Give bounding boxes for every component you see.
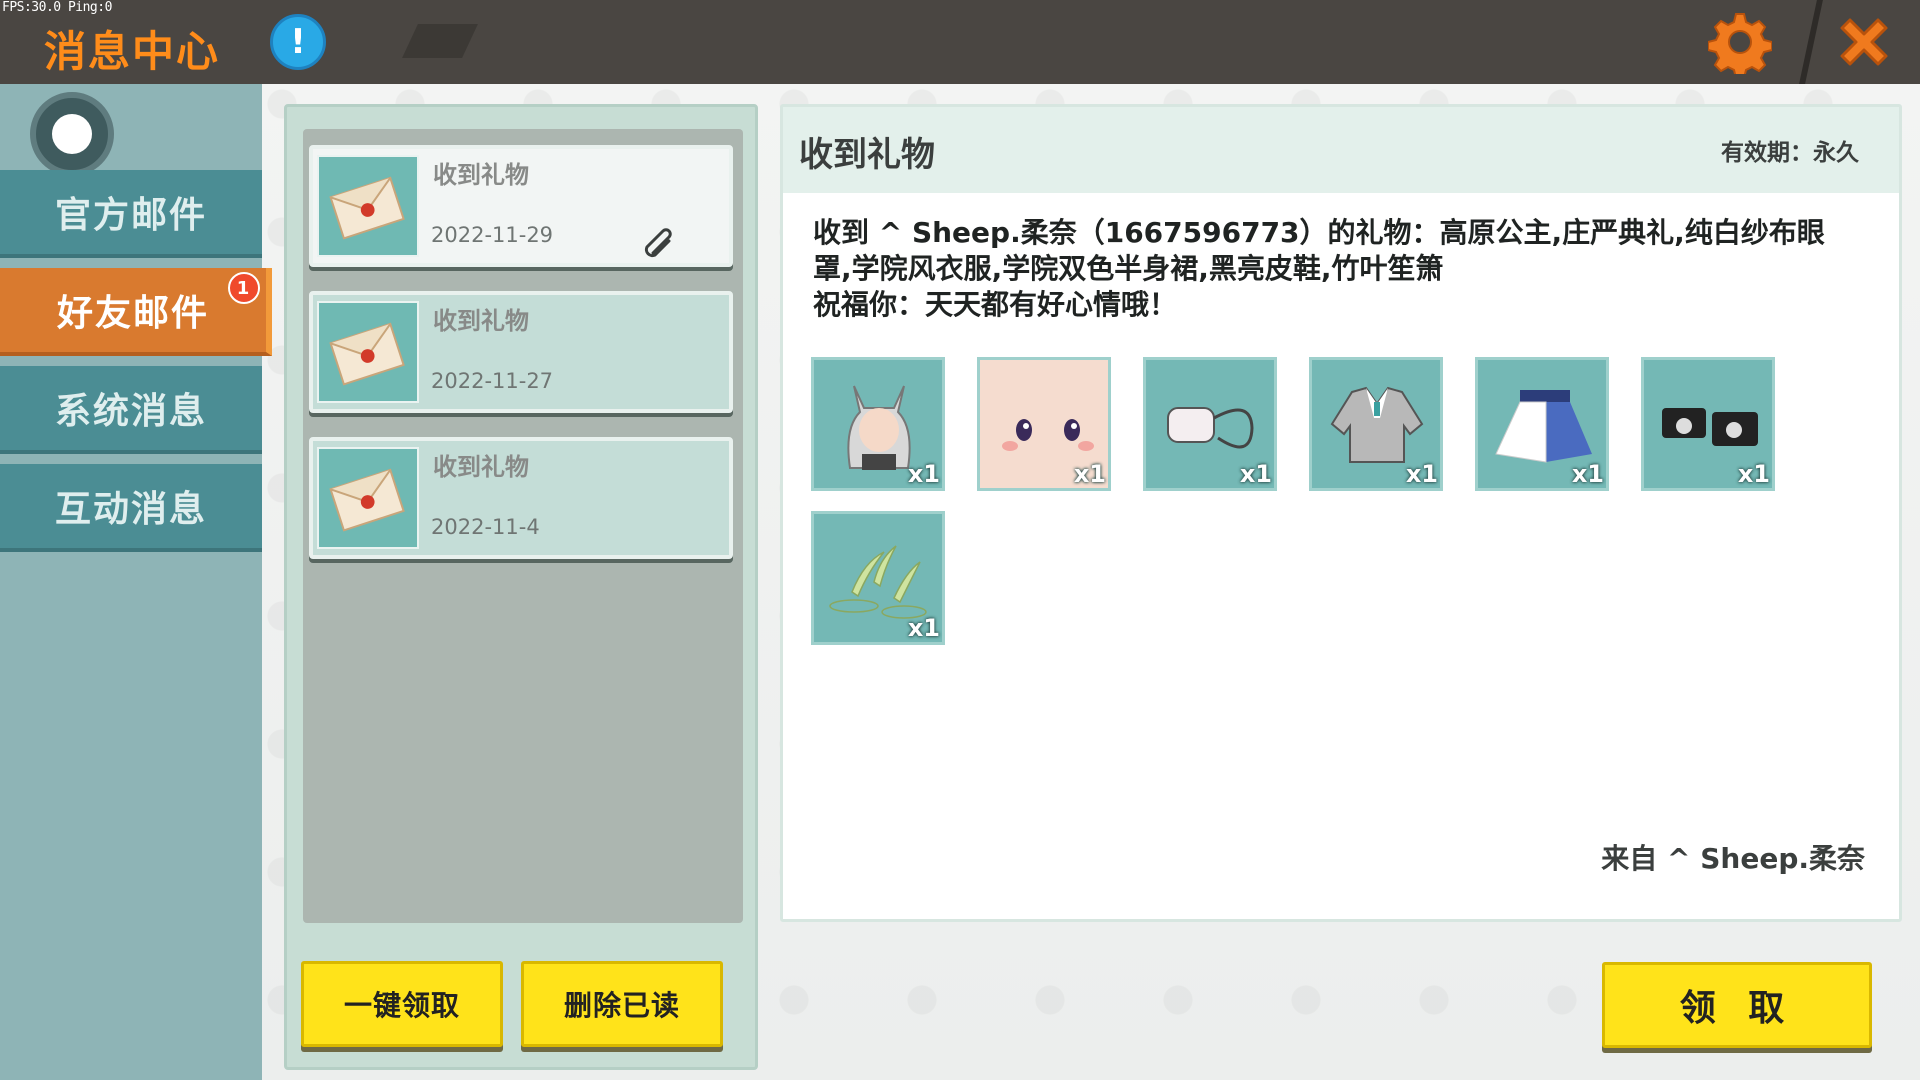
item-quantity: x1 [1239,460,1272,488]
gift-item-slot[interactable]: x1 [1143,357,1277,491]
info-button[interactable]: ! [270,14,326,70]
gift-item-slot[interactable]: x1 [811,357,945,491]
gear-icon [1707,13,1773,79]
mail-list-panel: 收到礼物 2022-11-29 收到礼物 2022-11-27 收到礼物 202… [284,104,758,1070]
mail-message: 收到 ^ Sheep.柔奈（1667596773）的礼物：高原公主,庄严典礼,纯… [813,215,1833,323]
envelope-icon [317,447,419,549]
tab-official-mail[interactable]: 官方邮件 [0,170,262,258]
mail-date: 2022-11-29 [431,223,554,247]
gift-item-slot[interactable]: x1 [1475,357,1609,491]
detail-header: 收到礼物 有效期：永久 [783,107,1899,193]
gift-item-slot[interactable]: x1 [811,511,945,645]
mail-list[interactable]: 收到礼物 2022-11-29 收到礼物 2022-11-27 收到礼物 202… [303,129,743,923]
page-title: 消息中心 [44,27,221,76]
item-quantity: x1 [907,614,940,642]
settings-button[interactable] [1707,10,1773,79]
mail-item[interactable]: 收到礼物 2022-11-29 [309,145,733,267]
tab-label: 系统消息 [54,391,207,432]
item-quantity: x1 [1737,460,1770,488]
header-divider [1799,0,1823,84]
envelope-icon [317,155,419,257]
message-line: 收到 ^ Sheep.柔奈（1667596773）的礼物：高原公主,庄严典礼,纯… [813,216,1825,249]
tab-friend-mail[interactable]: 好友邮件 1 [0,268,272,356]
detail-title: 收到礼物 [799,135,935,175]
envelope-icon [317,301,419,403]
message-line: 祝福你：天天都有好心情哦！ [813,288,1178,321]
mail-item[interactable]: 收到礼物 2022-11-27 [309,291,733,413]
tab-label: 好友邮件 [56,293,209,334]
unread-badge: 1 [228,272,260,304]
item-quantity: x1 [907,460,940,488]
mail-subject: 收到礼物 [433,453,529,481]
top-bar: FPS:30.0 Ping:0 消息中心 ! [0,0,1920,84]
close-button[interactable] [1832,10,1896,74]
mail-subject: 收到礼物 [433,307,529,335]
decor-slant [402,24,478,58]
item-quantity: x1 [1571,460,1604,488]
item-quantity: x1 [1405,460,1438,488]
close-icon [1840,18,1888,66]
info-icon: ! [290,22,306,62]
item-quantity: x1 [1073,460,1106,488]
mail-detail-panel: 收到礼物 有效期：永久 收到 ^ Sheep.柔奈（1667596773）的礼物… [780,104,1902,922]
gift-item-slot[interactable]: x1 [1309,357,1443,491]
fps-readout: FPS:30.0 Ping:0 [2,0,112,15]
delete-read-button[interactable]: 删除已读 [521,961,723,1047]
avatar-toggle[interactable] [30,92,114,176]
sender-label: 来自 ^ Sheep.柔奈 [1601,842,1865,875]
validity-label: 有效期：永久 [1721,140,1859,166]
mail-item[interactable]: 收到礼物 2022-11-4 [309,437,733,559]
tab-interaction-messages[interactable]: 互动消息 [0,464,262,552]
claim-button[interactable]: 领 取 [1602,962,1872,1048]
tab-label: 官方邮件 [54,195,207,236]
gift-item-slot[interactable]: x1 [1641,357,1775,491]
message-line: 罩,学院风衣服,学院双色半身裙,黑亮皮鞋,竹叶笙箫 [813,252,1444,285]
claim-all-button[interactable]: 一键领取 [301,961,503,1047]
gift-item-slot[interactable]: x1 [977,357,1111,491]
tab-label: 互动消息 [54,489,207,530]
mail-subject: 收到礼物 [433,161,529,189]
sidebar: 官方邮件 好友邮件 1 系统消息 互动消息 [0,84,272,1080]
mail-date: 2022-11-27 [431,369,554,393]
tab-system-messages[interactable]: 系统消息 [0,366,262,454]
attachment-icon [644,228,672,258]
mail-date: 2022-11-4 [431,515,540,539]
